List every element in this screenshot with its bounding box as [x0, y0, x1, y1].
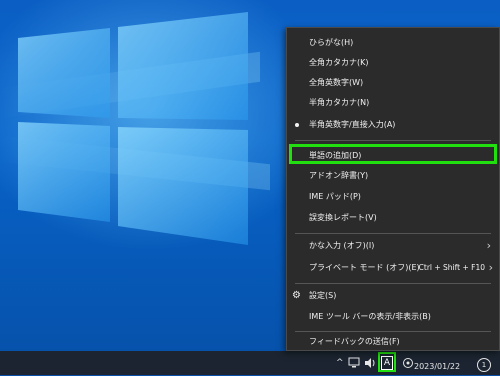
menu-item-kana-input[interactable]: かな入力 (オフ)(I) › — [287, 236, 499, 256]
menu-item-misconversion-report[interactable]: 誤変換レポート(V) — [287, 208, 499, 228]
menu-item-addon-dictionary[interactable]: アドオン辞書(Y) — [287, 166, 499, 186]
menu-item-shortcut: Ctrl + Shift + F10 — [418, 263, 485, 272]
menu-item-fullwidth-katakana[interactable]: 全角カタカナ(K) — [287, 53, 499, 73]
menu-item-toggle-ime-toolbar[interactable]: IME ツール バーの表示/非表示(B) — [287, 307, 499, 327]
menu-item-label: 設定(S) — [309, 291, 337, 300]
menu-item-private-mode[interactable]: プライベート モード (オフ)(E) Ctrl + Shift + F10 › — [287, 258, 499, 278]
gear-icon: ⚙ — [292, 290, 301, 301]
menu-item-fullwidth-alphanumeric[interactable]: 全角英数字(W) — [287, 73, 499, 93]
menu-item-label: プライベート モード (オフ)(E) — [309, 263, 420, 272]
windows-logo-graphic — [18, 12, 248, 245]
menu-item-label: IME パッド(P) — [309, 192, 361, 201]
selected-bullet-icon — [295, 123, 299, 127]
menu-item-label: 半角カタカナ(N) — [309, 98, 370, 107]
menu-item-label: 全角英数字(W) — [309, 78, 364, 87]
submenu-chevron-right-icon: › — [488, 261, 493, 274]
menu-item-label: アドオン辞書(Y) — [309, 171, 369, 180]
menu-item-label: 半角英数字/直接入力(A) — [309, 120, 396, 129]
highlight-box — [289, 144, 497, 164]
volume-icon[interactable] — [363, 355, 377, 371]
ime-context-menu: ひらがな(H) 全角カタカナ(K) 全角英数字(W) 半角カタカナ(N) 半角英… — [286, 27, 500, 351]
ime-mode-indicator[interactable]: A — [378, 352, 396, 372]
menu-item-send-feedback[interactable]: フィードバックの送信(F) — [287, 332, 499, 352]
taskbar-clock-date[interactable]: 2023/01/22 — [414, 361, 474, 373]
menu-item-halfwidth-katakana[interactable]: 半角カタカナ(N) — [287, 93, 499, 113]
menu-item-label: ひらがな(H) — [309, 38, 354, 47]
show-hidden-icons-chevron-up-icon[interactable]: ^ — [336, 355, 344, 371]
menu-item-label: 全角カタカナ(K) — [309, 58, 369, 67]
submenu-chevron-right-icon: › — [486, 239, 491, 252]
menu-item-label: フィードバックの送信(F) — [309, 337, 400, 346]
menu-item-hiragana[interactable]: ひらがな(H) — [287, 33, 499, 53]
menu-separator — [295, 140, 491, 141]
menu-item-settings[interactable]: ⚙ 設定(S) — [287, 286, 499, 306]
menu-item-label: 誤変換レポート(V) — [309, 213, 377, 222]
notification-center-badge[interactable]: 1 — [477, 358, 491, 372]
menu-separator — [295, 233, 491, 234]
menu-item-label: かな入力 (オフ)(I) — [309, 241, 375, 250]
menu-item-label: IME ツール バーの表示/非表示(B) — [309, 312, 431, 321]
ime-tool-icon[interactable] — [402, 355, 414, 371]
menu-separator — [295, 283, 491, 284]
menu-item-ime-pad[interactable]: IME パッド(P) — [287, 187, 499, 207]
network-icon[interactable] — [348, 355, 362, 371]
ime-mode-letter: A — [381, 356, 393, 370]
menu-item-direct-input[interactable]: 半角英数字/直接入力(A) — [287, 115, 499, 135]
